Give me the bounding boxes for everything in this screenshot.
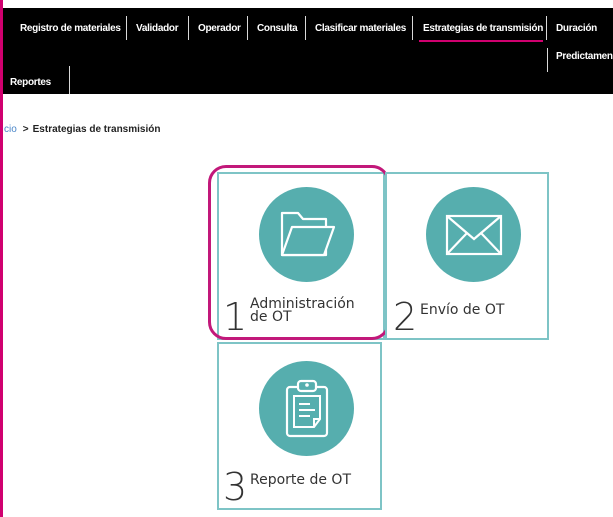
nav-separator: [412, 16, 413, 40]
active-tab-indicator: [419, 40, 543, 42]
clipboard-icon: [259, 361, 354, 456]
nav-separator: [547, 48, 548, 72]
envelope-icon: [426, 187, 521, 282]
nav-separator: [126, 16, 127, 40]
breadcrumb-current: Estrategias de transmisión: [32, 124, 161, 135]
nav-item-predictamen[interactable]: Predictamen: [556, 51, 613, 62]
nav-item-consulta[interactable]: Consulta: [257, 23, 298, 34]
nav-item-estrategias-de-transmision[interactable]: Estrategias de transmisión: [423, 23, 543, 34]
nav-item-reportes[interactable]: Reportes: [10, 77, 51, 88]
tile-reporte-de-ot[interactable]: 3 Reporte de OT: [217, 342, 382, 510]
nav-item-operador[interactable]: Operador: [198, 23, 241, 34]
nav-separator: [247, 16, 248, 40]
folder-icon: [259, 187, 354, 282]
nav-item-clasificar-materiales[interactable]: Clasificar materiales: [315, 23, 406, 34]
tile-number: 2: [393, 295, 418, 339]
nav-separator: [305, 16, 306, 40]
nav-separator: [69, 66, 70, 94]
nav-item-duracion[interactable]: Duración: [556, 23, 597, 34]
breadcrumb-separator: >: [22, 124, 29, 135]
nav-separator: [546, 16, 547, 40]
tile-label: Administración de OT: [250, 296, 355, 325]
tile-envio-de-ot[interactable]: 2 Envío de OT: [385, 172, 549, 340]
tile-number: 1: [223, 295, 248, 339]
nav-item-validador[interactable]: Validador: [136, 23, 179, 34]
breadcrumb-home-link[interactable]: cio: [4, 124, 17, 135]
top-navbar: Registro de materiales Validador Operado…: [3, 8, 613, 94]
tile-label: Envío de OT: [420, 302, 505, 318]
breadcrumb: cio > Estrategias de transmisión: [4, 124, 160, 135]
nav-separator: [188, 16, 189, 40]
tile-administracion-de-ot[interactable]: 1 Administración de OT: [217, 172, 385, 340]
tile-number: 3: [223, 465, 248, 509]
nav-item-registro-de-materiales[interactable]: Registro de materiales: [20, 23, 121, 34]
tile-label: Reporte de OT: [250, 472, 351, 488]
